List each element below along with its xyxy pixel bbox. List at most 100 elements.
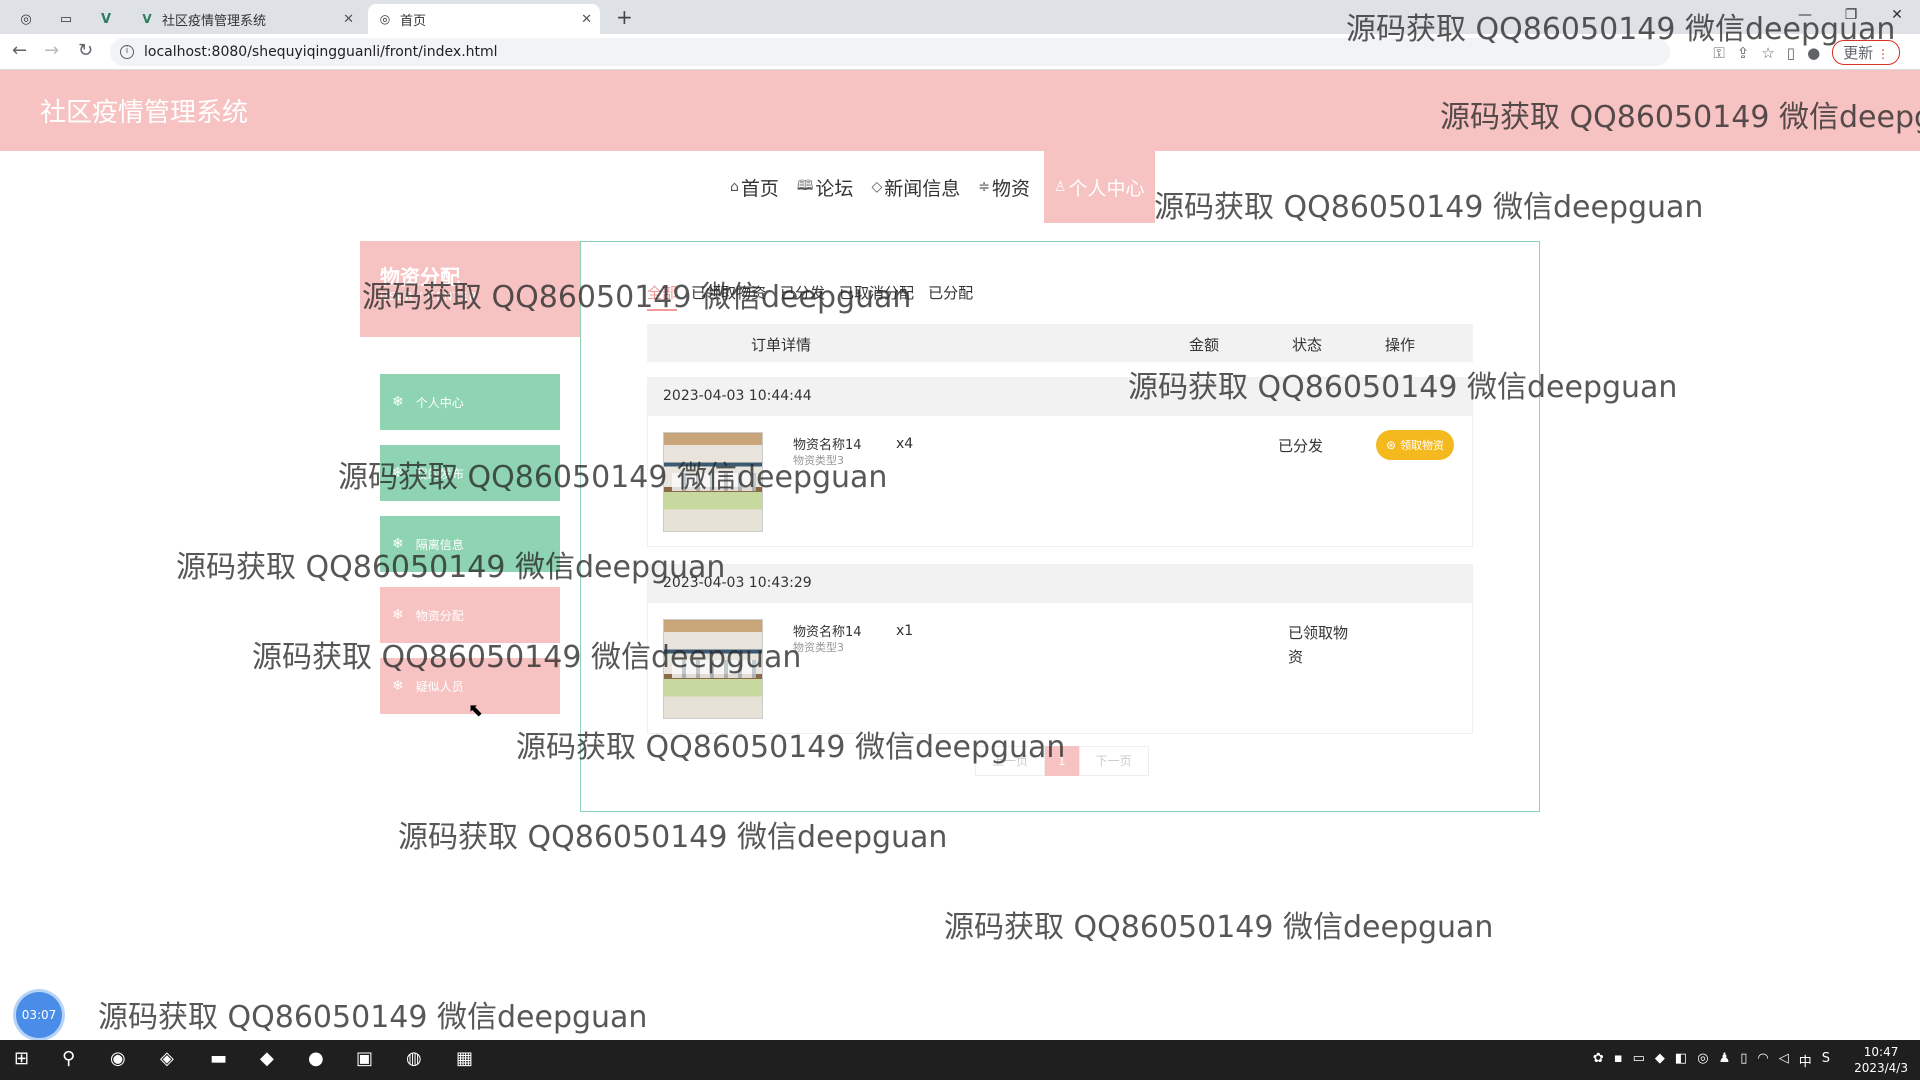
watermark: 源码获取 QQ86050149 微信deepguan [398,820,948,855]
claim-label: 领取物资 [1400,440,1445,452]
sliders-icon: ≑ [978,179,990,195]
page-icon: ▭ [59,11,73,27]
book-icon: 🕮 [796,178,814,194]
new-tab-button[interactable]: + [616,5,633,29]
watermark: 源码获取 QQ86050149 微信deepguan [252,640,802,675]
browser-tab[interactable]: V 社区疫情管理系统 ✕ [130,4,362,34]
globe-icon: ◎ [20,11,32,27]
nav-news[interactable]: ◇ 新闻信息 [867,151,964,223]
app-icon[interactable]: ● [308,1048,324,1069]
tray-icon[interactable]: ▭ [1633,1051,1645,1070]
intellij-icon[interactable]: ▦ [456,1048,473,1069]
nav-label: 物资 [991,177,1030,200]
v-logo-icon: V [100,11,112,27]
sidebar-item-label: 疑似人员 [415,679,464,694]
coin-icon: ⊛ [1386,438,1397,452]
tray-icon[interactable]: ▪ [1614,1051,1623,1070]
shield-icon[interactable]: ◆ [1655,1051,1665,1070]
terminal-icon[interactable]: ▣ [356,1048,373,1069]
site-title: 社区疫情管理系统 [40,98,249,128]
home-icon: ⌂ [730,179,739,195]
claim-supplies-button[interactable]: ⊛ 领取物资 [1376,430,1455,460]
vscode-icon[interactable]: ◆ [260,1048,274,1069]
nav-forum[interactable]: 🕮 论坛 [793,151,858,223]
nav-label: 论坛 [815,177,854,200]
watermark: 源码获取 QQ86050149 微信deepguan [1346,12,1896,47]
header-status: 状态 [1292,336,1323,354]
pinned-tab[interactable]: ▭ [50,4,82,34]
v-logo-icon: V [142,12,152,26]
wechat-icon[interactable]: ◎ [1697,1051,1708,1070]
snowflake-icon: ❄ [392,678,404,694]
sidebar-item-label: 物资分配 [415,608,464,623]
usb-icon[interactable]: ▯ [1740,1051,1747,1070]
pinned-tab[interactable]: ◎ [10,4,42,34]
close-icon[interactable]: ✕ [343,12,354,27]
info-icon[interactable]: i [120,45,134,59]
watermark: 源码获取 QQ86050149 微信deepguan [516,730,1066,765]
input-method-icon[interactable]: S [1822,1051,1830,1070]
chrome-icon[interactable]: ◍ [406,1048,422,1069]
app-icon[interactable]: ◈ [160,1048,174,1069]
tray-icon[interactable]: ◧ [1675,1051,1687,1070]
reload-icon[interactable]: ↻ [78,40,93,61]
close-icon[interactable]: ✕ [581,12,592,27]
pinned-tab[interactable]: V [90,4,122,34]
browser-tab-active[interactable]: ◎ 首页 ✕ [368,4,600,34]
watermark: 源码获取 QQ86050149 微信deepguan [1128,370,1678,405]
firefox-icon[interactable]: ◉ [110,1048,126,1069]
watermark: 源码获取 QQ86050149 微信deepguan [944,910,1494,945]
back-icon[interactable]: ← [12,40,27,61]
nav-user-center[interactable]: ♙ 个人中心 [1043,151,1155,223]
wifi-icon[interactable]: ◠ [1757,1051,1768,1070]
nav-label: 首页 [740,177,779,200]
mouse-cursor-icon: ⬉ [468,700,484,721]
taskbar: ⊞ ⚲ ◉ ◈ ▬ ◆ ● ▣ ◍ ▦ ✿ ▪ ▭ ◆ ◧ ◎ ♟ ▯ ◠ ◁ … [0,1040,1920,1080]
snowflake-icon: ❄ [392,394,404,410]
header-amount: 金额 [1189,336,1220,354]
next-page-button[interactable]: 下一页 [1078,746,1149,776]
watermark: 源码获取 QQ86050149 微信deepguan [98,1000,648,1035]
qq-icon[interactable]: ♟ [1719,1051,1731,1070]
order-status: 已分发 [1278,437,1324,455]
tab-allocated[interactable]: 已分配 [928,282,973,311]
watermark: 源码获取 QQ86050149 微信deepguan [362,280,912,315]
tag-icon: ◇ [871,179,883,195]
nav-label: 新闻信息 [884,177,961,200]
tab-title: 社区疫情管理系统 [162,13,267,29]
watermark: 源码获取 QQ86050149 微信deepguan [176,550,726,585]
watermark: 源码获取 QQ86050149 微信deepguan [1440,100,1920,135]
header-action: 操作 [1385,336,1416,354]
watermark: 源码获取 QQ86050149 微信deepguan [338,460,888,495]
ime-indicator[interactable]: 中 [1799,1051,1812,1070]
tab-title: 首页 [400,13,427,29]
system-tray: ✿ ▪ ▭ ◆ ◧ ◎ ♟ ▯ ◠ ◁ 中 S [1593,1051,1830,1070]
nav-label: 个人中心 [1068,177,1145,200]
product-name: 物资名称14 [793,438,862,453]
nav-supplies[interactable]: ≑ 物资 [974,151,1034,223]
windows-start-icon[interactable]: ⊞ [14,1048,29,1069]
snowflake-icon: ❄ [392,607,404,623]
order-status: 已领取物资 [1288,624,1349,666]
user-icon: ♙ [1053,179,1067,195]
forward-icon[interactable]: → [44,40,59,61]
clock-time: 10:47 [1863,1045,1899,1059]
search-icon[interactable]: ⚲ [62,1048,75,1069]
product-qty: x4 [896,436,914,452]
order-time: 2023-04-03 10:43:29 [648,565,1472,603]
url-text: localhost:8080/shequyiqingguanli/front/i… [144,44,498,60]
folder-icon[interactable]: ▬ [210,1048,227,1069]
top-nav: ⌂ 首页 🕮 论坛 ◇ 新闻信息 ≑ 物资 ♙ 个人中心 [726,151,1165,223]
product-qty: x1 [896,623,914,639]
volume-icon[interactable]: ◁ [1779,1051,1789,1070]
nav-home[interactable]: ⌂ 首页 [726,151,783,223]
sidebar-item-label: 个人中心 [415,395,464,410]
system-clock[interactable]: 10:47 2023/4/3 [1854,1044,1908,1076]
product-name: 物资名称14 [793,625,862,640]
sidebar-item-user-center[interactable]: ❄ 个人中心 [380,374,560,430]
table-header: 订单详情 金额 状态 操作 [647,324,1473,362]
clock-date: 2023/4/3 [1854,1061,1908,1075]
recording-timer[interactable]: 03:07 [16,992,62,1038]
globe-icon: ◎ [379,12,391,26]
tray-icon[interactable]: ✿ [1593,1051,1604,1070]
